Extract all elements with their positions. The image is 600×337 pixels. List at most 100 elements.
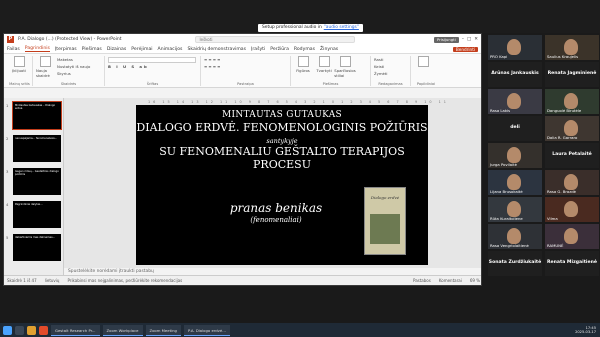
participant-name: Vilma bbox=[547, 216, 558, 221]
participant-tile[interactable]: Laura Petalaitė bbox=[545, 143, 599, 168]
participant-video bbox=[564, 93, 578, 109]
slide-thumbnail[interactable]: nenuspėjama... fenomenalusis... bbox=[13, 135, 61, 162]
participant-tile[interactable]: Rasa G. Brazdė bbox=[545, 170, 599, 195]
quick-styles-icon bbox=[339, 56, 351, 67]
participant-tile[interactable]: Saulius Kraujelis bbox=[545, 35, 599, 60]
participant-name: Dalia R. Garraro bbox=[547, 135, 578, 140]
participant-tile[interactable]: Renata Jagminienė bbox=[545, 62, 599, 87]
ribbon-tab-1[interactable]: Pagrindinis bbox=[24, 46, 50, 52]
thumbnail-number: 3 bbox=[6, 169, 9, 174]
participant-tile[interactable]: Rasa Vengriolaitienė bbox=[488, 224, 542, 249]
taskbar-app-1[interactable]: Gestalt Research Pr... bbox=[51, 324, 100, 336]
section-button[interactable]: Skyrius bbox=[57, 71, 90, 77]
participant-tile[interactable]: Lijana Brusokaitė bbox=[488, 170, 542, 195]
participant-tile[interactable]: Rūta Kuraitoliene bbox=[488, 197, 542, 222]
ribbon-tab-5[interactable]: Perėjimai bbox=[131, 47, 152, 52]
participant-name-large: deli bbox=[510, 125, 520, 130]
current-slide[interactable]: MINTAUTAS GUTAUKAS DIALOGO ERDVĖ. FENOME… bbox=[136, 105, 428, 265]
editing-group: Rasti Keisti Žymėti Redagavimas bbox=[371, 56, 411, 86]
file-explorer-icon[interactable] bbox=[27, 325, 36, 335]
paste-icon bbox=[13, 56, 25, 67]
maximize-icon[interactable]: □ bbox=[467, 37, 471, 42]
status-bar: Skaidrė 1 iš 47 lietuvių Prikabinsi mas … bbox=[4, 275, 481, 285]
zoom-level[interactable]: 69 % bbox=[470, 278, 480, 283]
ribbon-tab-11[interactable]: Žinynas bbox=[320, 47, 338, 52]
quick-styles-label: Sparčiosios stiliai bbox=[334, 68, 356, 78]
participant-tile[interactable]: PRO Kapi bbox=[488, 35, 542, 60]
minimize-icon[interactable]: – bbox=[462, 37, 464, 42]
addins-icon bbox=[417, 56, 429, 67]
ribbon-tab-7[interactable]: Skaidrių demonstravimas bbox=[187, 47, 246, 52]
font-format-buttons[interactable]: B I U S ab bbox=[108, 64, 196, 70]
sign-in-button[interactable]: Prisijungti bbox=[434, 36, 459, 43]
participant-gallery: PRO Kapi Saulius Kraujelis Arūnas Jankausk… bbox=[487, 33, 600, 286]
replace-button[interactable]: Keisti bbox=[374, 64, 387, 70]
participant-name: PRO Kapi bbox=[490, 54, 508, 59]
thumbnail-number: 2 bbox=[6, 136, 9, 141]
search-icon[interactable] bbox=[15, 325, 24, 335]
align-buttons[interactable]: ≡ ≡ ≡ ≡ bbox=[204, 64, 220, 70]
participant-name-large: Renata Mizgaitienė bbox=[547, 260, 597, 265]
participant-tile[interactable]: deli bbox=[488, 116, 542, 141]
notes-toggle[interactable]: Pastabos bbox=[413, 278, 431, 283]
comments-toggle[interactable]: Komentarai bbox=[439, 278, 462, 283]
ribbon-tab-6[interactable]: Animacijos bbox=[158, 47, 183, 52]
participant-tile[interactable]: RAMUNĖ bbox=[545, 224, 599, 249]
audio-setup-notice: Setup professional audio in "audio setti… bbox=[258, 24, 363, 32]
slide-canvas: 16 15 14 13 12 11 10 9 8 7 6 5 4 3 2 1 0… bbox=[64, 98, 481, 276]
thumbnail-number: 4 bbox=[6, 202, 9, 207]
participant-tile[interactable]: Sonata Zurdžiukaitė bbox=[488, 251, 542, 276]
find-button[interactable]: Rasti bbox=[374, 57, 387, 63]
participant-name: Danguolė Birutėle bbox=[547, 108, 582, 113]
shapes-icon bbox=[297, 56, 309, 67]
select-button[interactable]: Žymėti bbox=[374, 71, 387, 77]
font-name-select[interactable] bbox=[108, 57, 196, 63]
ribbon-tab-3[interactable]: Piešimas bbox=[82, 47, 102, 52]
reset-button[interactable]: Nustatyti iš naujo bbox=[57, 64, 90, 70]
start-icon[interactable] bbox=[3, 325, 12, 335]
ribbon-tab-4[interactable]: Dizainas bbox=[107, 47, 126, 52]
system-clock[interactable]: 17:45 2025-03-17 bbox=[575, 326, 600, 334]
language-indicator[interactable]: lietuvių bbox=[45, 278, 60, 283]
taskbar-app-3[interactable]: Zoom Meeting bbox=[145, 324, 181, 336]
slide-thumbnail[interactable]: Pagrindiniai dalykai... bbox=[13, 201, 61, 228]
participant-tile[interactable]: Vilma bbox=[545, 197, 599, 222]
clock-date: 2025-03-17 bbox=[575, 330, 596, 334]
participant-video bbox=[564, 174, 578, 190]
participant-tile[interactable]: Dalia R. Garraro bbox=[545, 116, 599, 141]
thumbnail-number: 5 bbox=[6, 235, 9, 240]
title-bar: P P.A. Dialogo (...) (Protected View) - … bbox=[4, 34, 481, 45]
ribbon-tab-0[interactable]: Failas bbox=[7, 47, 20, 52]
taskbar-app-2[interactable]: Zoom Workplace bbox=[102, 324, 143, 336]
ribbon-tab-9[interactable]: Peržiūra bbox=[270, 47, 289, 52]
participant-video bbox=[507, 147, 521, 163]
list-buttons[interactable]: ≡ ≡ ≡ ≡ bbox=[204, 57, 220, 63]
participant-tile[interactable]: Renata Mizgaitienė bbox=[545, 251, 599, 276]
slide-thumbnail[interactable]: Gegen mūsų... Gestaltinis dialogo požiūr… bbox=[13, 168, 61, 195]
participant-tile[interactable]: Rasa Lakis bbox=[488, 89, 542, 114]
slide-thumbnail[interactable]: dabartinėmis mes dalinames... bbox=[13, 234, 61, 261]
slide-thumbnail[interactable]: Mintautas Gutauskas – Dialogo erdvė bbox=[12, 101, 62, 130]
participant-name: Rasa Lakis bbox=[490, 108, 511, 113]
close-icon[interactable]: ✕ bbox=[474, 37, 478, 42]
participant-tile[interactable]: Arūnas Jankauskis bbox=[488, 62, 542, 87]
audio-settings-link[interactable]: "audio settings" bbox=[324, 24, 359, 32]
presenter-role: (fenomenaliai) bbox=[250, 216, 302, 224]
share-button[interactable]: Bendrinti bbox=[452, 46, 478, 52]
drawing-group: Figūros Tvarkyti Sparčiosios stiliai Pie… bbox=[291, 56, 371, 86]
book-cover-image: Dialogo erdvė bbox=[364, 187, 406, 255]
chrome-icon[interactable] bbox=[39, 325, 48, 335]
ribbon-tab-8[interactable]: Įrašyti bbox=[251, 47, 265, 52]
window-title: P.A. Dialogo (...) (Protected View) - Po… bbox=[18, 37, 122, 42]
ribbon-tab-2[interactable]: Įterpimas bbox=[55, 47, 77, 52]
ribbon-tab-10[interactable]: Rodymas bbox=[294, 47, 315, 52]
participant-tile[interactable]: Jurga Povilaitė bbox=[488, 143, 542, 168]
participant-name: Jurga Povilaitė bbox=[490, 162, 518, 167]
layout-button[interactable]: Maketas bbox=[57, 57, 90, 63]
editing-label: Redagavimas bbox=[378, 82, 403, 86]
participant-tile[interactable]: Danguolė Birutėle bbox=[545, 89, 599, 114]
slide-title: DIALOGO ERDVĖ. FENOMENOLOGINIS POŽIŪRIS bbox=[136, 121, 428, 134]
search-input[interactable]: Ieškoti bbox=[195, 36, 356, 43]
taskbar-app-4[interactable]: P.A. Dialogo erdvė... bbox=[183, 324, 230, 336]
thumbnail-number: 1 bbox=[6, 103, 9, 108]
